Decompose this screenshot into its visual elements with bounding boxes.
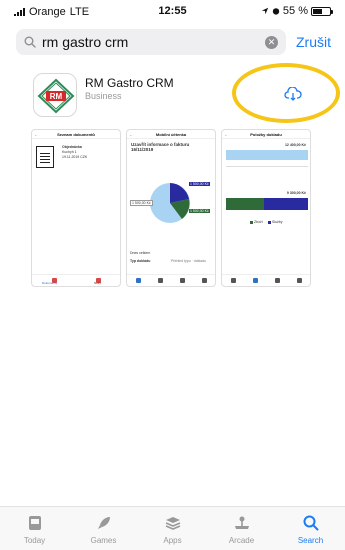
- receipt-row: Typ dokladu: [130, 259, 151, 263]
- legend-label: Služby: [272, 220, 283, 224]
- screenshot-items[interactable]: ← Položky dokladu 12 400,00 Kč 9 300,00 K…: [221, 129, 311, 287]
- receipt-header: Uzavřít informace o fakturu 16/11/2019: [131, 142, 190, 152]
- document-icon: [36, 146, 54, 168]
- layers-icon: [165, 517, 180, 530]
- legend-swatch: [268, 221, 271, 224]
- tab-label: Dokumenty: [42, 281, 58, 285]
- pie-chart: [150, 183, 190, 223]
- cloud-download-icon[interactable]: [284, 87, 302, 101]
- legend-swatch: [250, 221, 253, 224]
- pie-label: 1 500,00 Kč: [189, 209, 210, 213]
- bar-navy: [264, 198, 308, 210]
- status-right: 55 %: [261, 5, 333, 17]
- tab-games[interactable]: Games: [69, 507, 138, 550]
- search-field[interactable]: ✕: [16, 29, 286, 55]
- receipt-row: Dnes celkem: [130, 251, 151, 255]
- tab-bar: Today Games Apps Arcade Search: [0, 506, 345, 550]
- screenshot-title: Položky dokladu: [250, 132, 282, 137]
- axis-line: [226, 166, 308, 167]
- search-row: ✕ Zrušit: [16, 29, 331, 55]
- tab-label: Arcade: [228, 536, 255, 545]
- screenshot-receipt[interactable]: ← Mobilní účtenka Uzavřít informace o fak…: [126, 129, 216, 287]
- legend-label: Zboží: [254, 220, 263, 224]
- search-input[interactable]: [42, 34, 265, 50]
- status-bar: Orange LTE 12:55 55 %: [0, 0, 345, 22]
- screenshot-documents[interactable]: ← Seznam dokumentů Objednávka Kuchyň 1 19…: [31, 129, 121, 287]
- rocket-icon: [97, 517, 110, 529]
- screenshot-titlebar: ← Mobilní účtenka: [127, 130, 215, 139]
- tab-label: Today: [23, 536, 46, 545]
- clear-icon[interactable]: ✕: [265, 35, 278, 49]
- chart-value: 12 400,00 Kč: [284, 143, 306, 147]
- screenshot-tabbar: [127, 274, 215, 286]
- receipt-row-value: Přehled typu · dokladu: [171, 259, 207, 263]
- screenshot-titlebar: ← Položky dokladu: [222, 130, 310, 139]
- tab-arcade[interactable]: Arcade: [207, 507, 276, 550]
- tab-label: Search: [297, 536, 324, 545]
- app-icon[interactable]: RM: [33, 73, 77, 117]
- battery-percent: 55 %: [282, 5, 308, 17]
- bar-light: [226, 150, 308, 160]
- pie-label: 1 500,00 Kč: [130, 200, 153, 206]
- screenshot-tabbar: [222, 274, 310, 286]
- rm-logo-icon: RM: [37, 78, 75, 114]
- doc-line: Objednávka: [62, 145, 82, 149]
- tab-today[interactable]: Today: [0, 507, 69, 550]
- screenshot-title: Seznam dokumentů: [57, 132, 95, 137]
- tab-apps[interactable]: Apps: [138, 507, 207, 550]
- tab-label: Nový: [94, 281, 101, 285]
- alarm-icon: [272, 8, 280, 15]
- chart-value: 9 300,00 Kč: [286, 191, 306, 195]
- doc-line: 19.11.2019 CZK: [62, 155, 88, 159]
- screenshot-strip[interactable]: ← Seznam dokumentů Objednávka Kuchyň 1 19…: [31, 129, 311, 287]
- bar-green: [226, 198, 264, 210]
- cancel-button[interactable]: Zrušit: [296, 34, 331, 50]
- screenshot-titlebar: ← Seznam dokumentů: [32, 130, 120, 139]
- svg-text:RM: RM: [50, 92, 63, 101]
- battery-icon: [311, 6, 333, 16]
- joystick-icon: [234, 516, 249, 529]
- search-icon: [24, 36, 36, 48]
- app-category: Business: [85, 91, 122, 101]
- tab-label: Games: [90, 536, 117, 545]
- tab-label: Apps: [163, 536, 182, 545]
- app-result[interactable]: RM RM Gastro CRM Business: [33, 63, 340, 123]
- today-icon: [28, 516, 41, 530]
- location-icon: [261, 7, 269, 15]
- screenshot-title: Mobilní účtenka: [155, 132, 187, 137]
- doc-line: Kuchyň 1: [62, 150, 77, 154]
- search-icon: [303, 515, 318, 531]
- pie-label: 1 500,00 Kč: [189, 182, 210, 186]
- app-name: RM Gastro CRM: [85, 76, 174, 90]
- tab-search[interactable]: Search: [276, 507, 345, 550]
